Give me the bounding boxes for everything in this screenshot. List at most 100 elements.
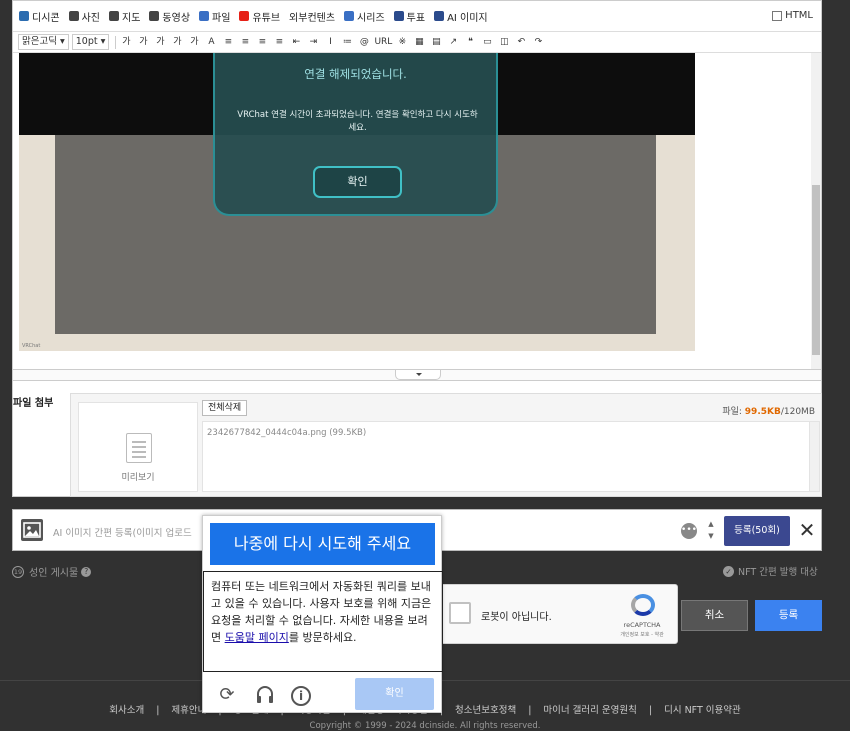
dialog-message: VRChat 연결 시간이 초과되었습니다. 연결을 확인하고 다시 시도하세요… <box>237 110 478 133</box>
format-button-15[interactable]: URL <box>374 35 392 49</box>
format-button-14[interactable]: @ <box>357 35 371 49</box>
resize-handle[interactable] <box>395 370 441 380</box>
toolbar-item-3[interactable]: 동영상 <box>149 9 190 24</box>
file-size-prefix: 파일: <box>722 407 745 417</box>
format-button-3[interactable]: 가 <box>170 35 184 49</box>
toolbar-item-label: 동영상 <box>162 12 191 24</box>
toolbar-item-4[interactable]: 파일 <box>199 9 230 24</box>
format-button-2[interactable]: 가 <box>153 35 167 49</box>
format-button-8[interactable]: ≡ <box>255 35 269 49</box>
toolbar-item-5[interactable]: 유튜브 <box>239 9 280 24</box>
font-size-select[interactable]: 10pt ▾ <box>71 34 110 50</box>
footer-link[interactable]: 마이너 갤러리 운영원칙 <box>543 705 636 716</box>
chevron-down-icon <box>416 373 422 376</box>
toolbar-item-label: 유튜브 <box>252 12 281 24</box>
toolbar-item-label: AI 이미지 <box>447 12 488 24</box>
file-size-info: 파일: 99.5KB/120MB <box>722 404 815 417</box>
footer-link[interactable]: 청소년보호정책 <box>455 705 516 716</box>
toolbar-item-label: 지도 <box>122 12 141 24</box>
format-button-6[interactable]: ≡ <box>221 35 235 49</box>
cancel-button[interactable]: 취소 <box>681 600 748 631</box>
help-icon[interactable]: ? <box>81 566 92 577</box>
format-buttons: 가 가 가 가 가 A ≡ ≡ ≡ ≡ ⇤ ⇥ I ≔ @ URL ※ ▦ ▤ ↗ ❝ ▭ ◫ ↶ ↷ <box>119 35 548 49</box>
toolbar-item-8[interactable]: 투표 <box>393 9 425 24</box>
recaptcha-checkbox[interactable] <box>449 602 471 624</box>
toolbar-item-7[interactable]: 시리즈 <box>344 9 385 24</box>
format-button-5[interactable]: A <box>204 35 218 49</box>
toolbar-item-2[interactable]: 지도 <box>109 9 140 24</box>
html-checkbox[interactable] <box>772 10 783 21</box>
format-button-17[interactable]: ▦ <box>412 35 426 49</box>
footer-separator: | <box>528 705 532 716</box>
verify-button[interactable]: 확인 <box>355 678 434 710</box>
file-list-scrollbar[interactable] <box>809 422 819 491</box>
ai-image-input[interactable]: AI 이미지 간편 등록(이미지 업로드 <box>53 525 192 539</box>
format-button-18[interactable]: ▤ <box>429 35 443 49</box>
file-size-used: 99.5KB <box>744 407 781 417</box>
format-button-24[interactable]: ↷ <box>531 35 545 49</box>
format-button-21[interactable]: ▭ <box>480 35 494 49</box>
delete-all-button[interactable]: 전체삭제 <box>202 400 248 416</box>
document-icon <box>126 433 152 463</box>
format-button-23[interactable]: ↶ <box>514 35 528 49</box>
headphones-icon[interactable] <box>254 684 276 706</box>
recaptcha-brand: reCAPTCHA <box>623 621 661 629</box>
font-family-select[interactable]: 맑은고딕 ▾ <box>18 34 69 50</box>
format-button-0[interactable]: 가 <box>119 35 133 49</box>
challenge-text-end: 를 방문하세요. <box>288 631 357 644</box>
challenge-header: 나중에 다시 시도해 주세요 <box>210 523 435 565</box>
check-circle-icon: ✓ <box>723 565 734 577</box>
format-button-19[interactable]: ↗ <box>446 35 460 49</box>
submit-button[interactable]: 등록 <box>755 600 822 631</box>
toolbar-item-0[interactable]: 디시콘 <box>19 9 60 24</box>
embedded-image: VRChat 연결 해제되었습니다. VRChat 연결 시간이 초과되었습니다… <box>19 53 695 351</box>
toolbar-separator <box>115 35 117 49</box>
info-icon[interactable]: i <box>291 686 311 706</box>
vote-icon <box>393 11 404 21</box>
format-button-16[interactable]: ※ <box>395 35 409 49</box>
footer-link[interactable]: 디시 NFT 이용약관 <box>664 705 741 716</box>
nft-publish-option[interactable]: ✓ NFT 간편 발행 대상 <box>723 564 818 578</box>
scrollbar-thumb[interactable] <box>812 185 820 355</box>
ai-submit-button[interactable]: 등록(50회) <box>724 516 790 546</box>
adult-post-label: 성인 게시물 <box>29 568 79 579</box>
format-button-1[interactable]: 가 <box>136 35 150 49</box>
editor-content[interactable]: VRChat 연결 해제되었습니다. VRChat 연결 시간이 초과되었습니다… <box>19 53 807 369</box>
editor-resize-bar[interactable] <box>13 369 821 381</box>
footer-link[interactable]: 회사소개 <box>109 705 144 716</box>
toolbar-item-6[interactable]: 외부컨텐츠 <box>289 9 335 24</box>
more-icon[interactable]: ••• <box>681 523 697 539</box>
format-button-4[interactable]: 가 <box>187 35 201 49</box>
recaptcha-label: 로봇이 아닙니다. <box>481 612 552 623</box>
file-attach-area: 미리보기 전체삭제 파일: 99.5KB/120MB 2342677842_04… <box>70 393 822 497</box>
format-button-7[interactable]: ≡ <box>238 35 252 49</box>
file-size-total: /120MB <box>780 407 815 417</box>
spinner-arrows-icon[interactable]: ▲ ▼ <box>706 518 716 544</box>
adult-post-option[interactable]: 19 성인 게시물 ? <box>12 564 92 579</box>
nft-label: NFT 간편 발행 <box>738 567 798 578</box>
format-button-13[interactable]: ≔ <box>340 35 354 49</box>
reload-icon[interactable]: ⟳ <box>216 684 238 706</box>
format-button-22[interactable]: ◫ <box>497 35 511 49</box>
html-mode-toggle[interactable]: HTML <box>772 10 813 21</box>
file-list: 2342677842_0444c04a.png (99.5KB) <box>202 421 820 492</box>
toolbar-item-9[interactable]: AI 이미지 <box>434 9 488 24</box>
recaptcha-terms[interactable]: 개인정보 보호 - 약관 <box>611 631 673 638</box>
help-page-link[interactable]: 도움말 페이지 <box>225 631 289 644</box>
html-label: HTML <box>785 10 813 21</box>
image-caption: VRChat <box>22 343 41 349</box>
format-button-10[interactable]: ⇤ <box>289 35 303 49</box>
format-button-11[interactable]: ⇥ <box>306 35 320 49</box>
toolbar-item-label: 시리즈 <box>357 12 385 24</box>
format-button-9[interactable]: ≡ <box>272 35 286 49</box>
toolbar-item-label: 디시콘 <box>32 12 60 24</box>
dialog-title: 연결 해제되었습니다. <box>304 67 407 81</box>
toolbar-item-1[interactable]: 사진 <box>68 9 101 24</box>
format-button-12[interactable]: I <box>323 35 337 49</box>
format-toolbar: 맑은고딕 ▾ 10pt ▾ 가 가 가 가 가 A ≡ ≡ ≡ ≡ ⇤ ⇥ I ≔ @ URL ※ ▦ ▤ ↗ ❝ ▭ ◫ ↶… <box>13 32 821 53</box>
editor-scrollbar[interactable] <box>811 53 821 369</box>
close-icon[interactable]: ✕ <box>796 518 818 544</box>
toolbar-item-label: 사진 <box>81 12 101 24</box>
file-list-item[interactable]: 2342677842_0444c04a.png (99.5KB) <box>207 428 366 438</box>
format-button-20[interactable]: ❝ <box>463 35 477 49</box>
